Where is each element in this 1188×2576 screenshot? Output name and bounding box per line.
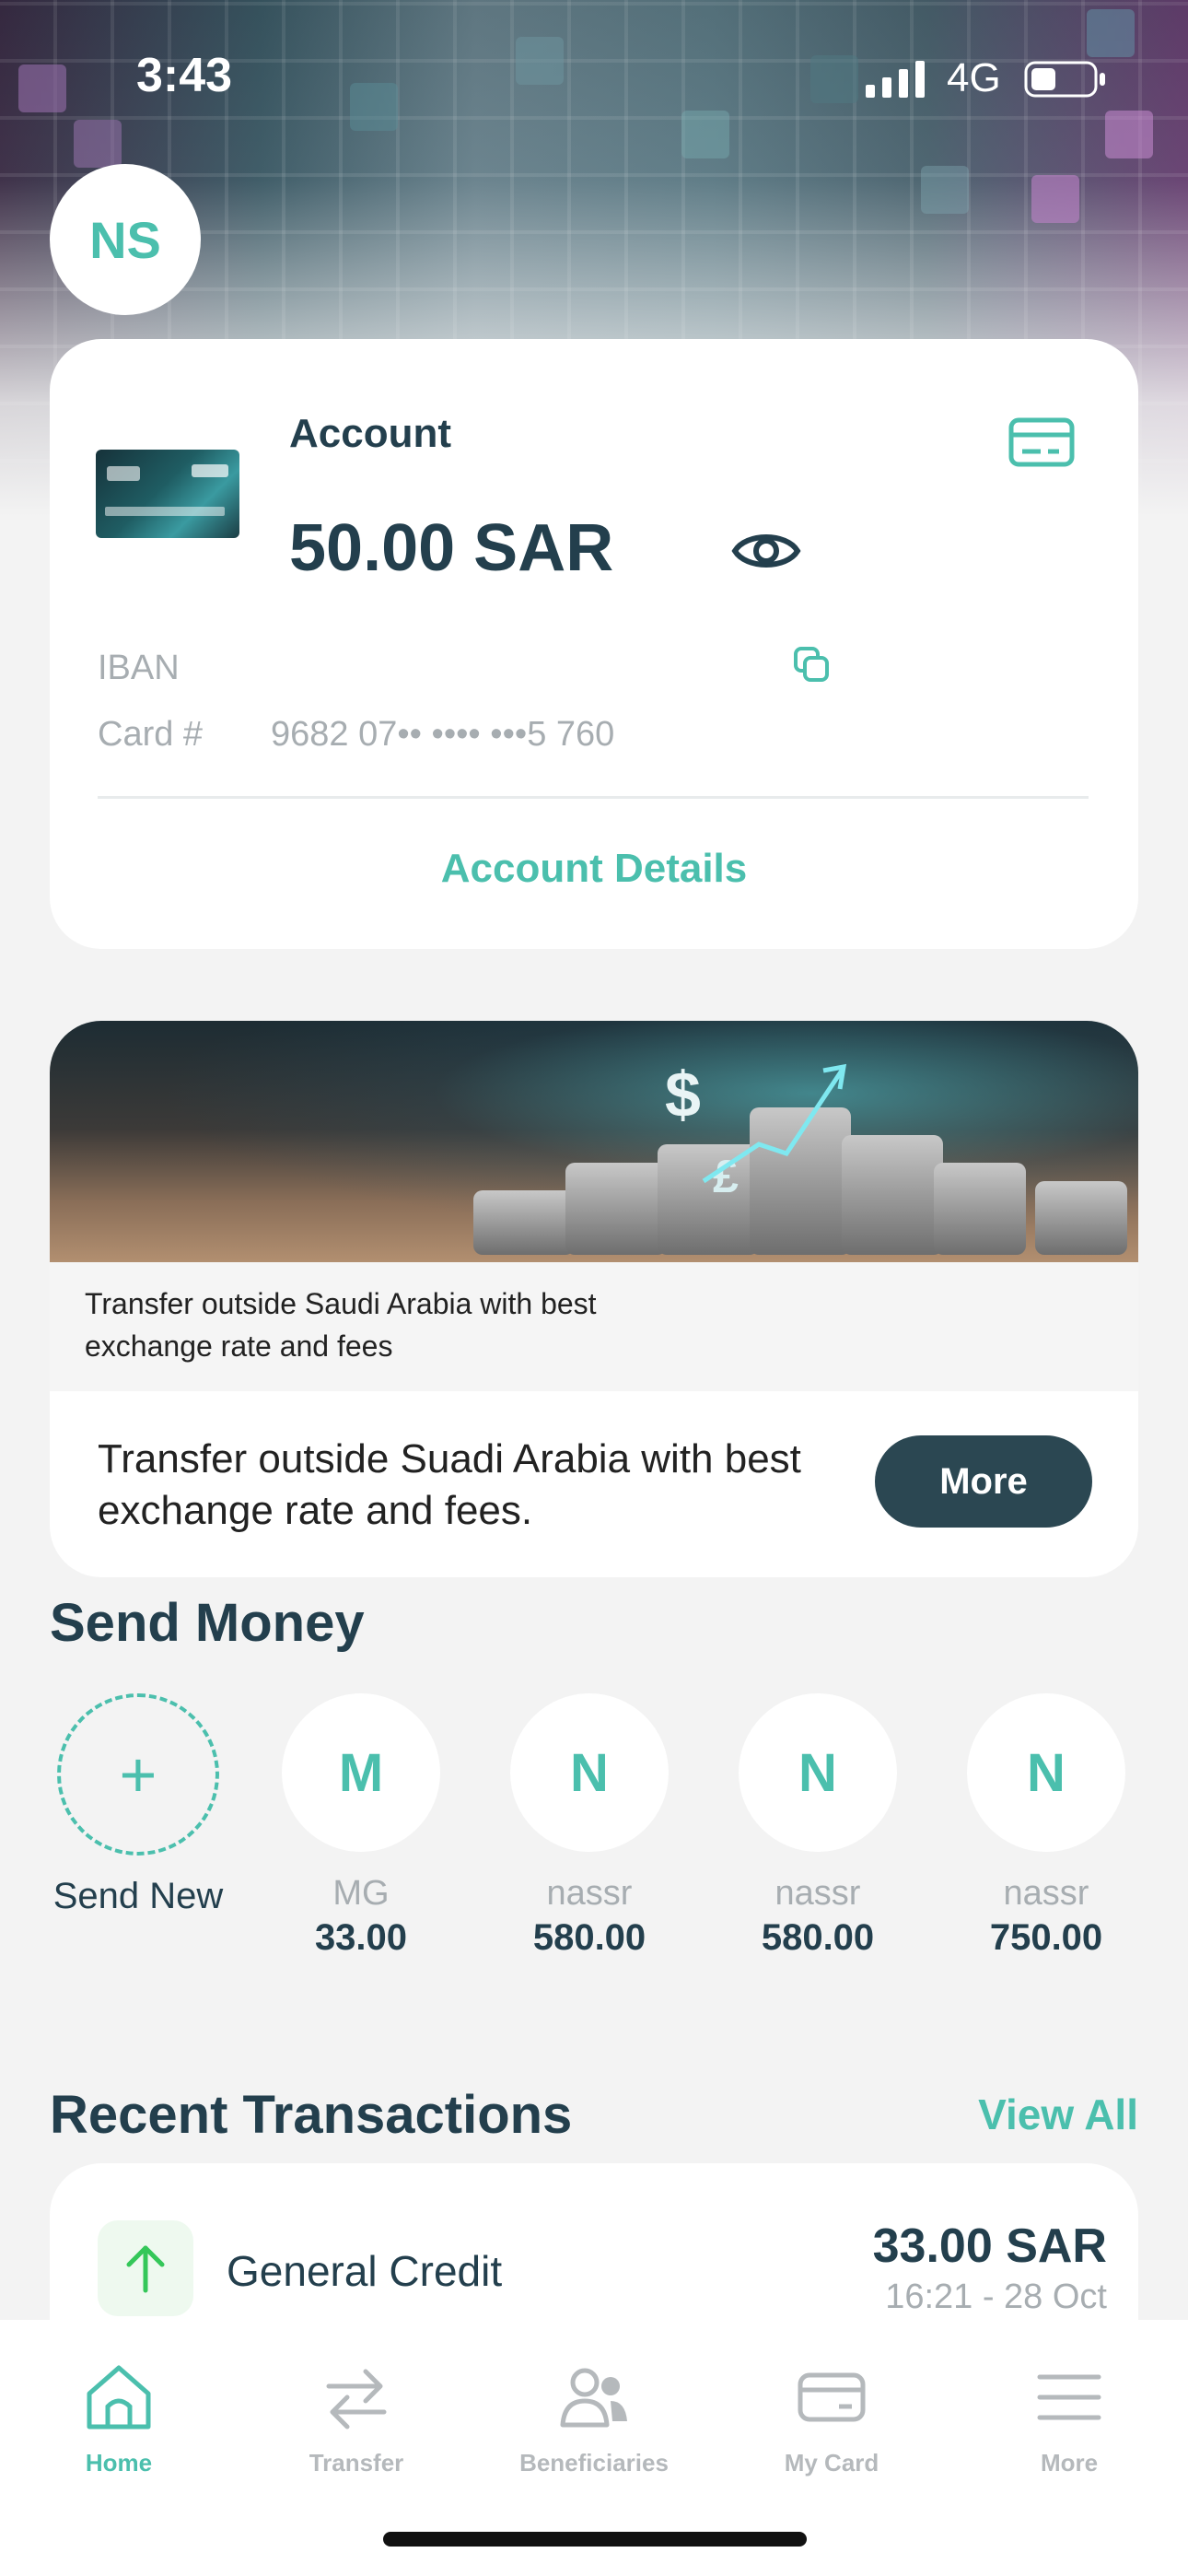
contact-name: nassr bbox=[775, 1874, 861, 1913]
promo-card[interactable]: $ £ Transfer outside Saudi Arabia with b… bbox=[50, 1021, 1138, 1577]
plus-icon: + bbox=[57, 1693, 219, 1856]
send-new-button[interactable]: + Send New bbox=[37, 1693, 239, 1917]
more-button[interactable]: More bbox=[875, 1435, 1092, 1528]
recent-transactions-title: Recent Transactions bbox=[50, 2085, 573, 2145]
card-thumbnail bbox=[96, 450, 239, 538]
nav-label: Beneficiaries bbox=[519, 2449, 669, 2476]
nav-label: Home bbox=[85, 2449, 153, 2476]
contact-name: nassr bbox=[1003, 1874, 1089, 1913]
nav-label: My Card bbox=[784, 2449, 879, 2476]
beneficiary-contact[interactable]: M MG 33.00 bbox=[269, 1693, 453, 1959]
contact-amount: 580.00 bbox=[532, 1917, 646, 1958]
home-indicator bbox=[383, 2532, 807, 2547]
contact-amount: 33.00 bbox=[314, 1917, 408, 1958]
arrow-up-icon bbox=[98, 2220, 193, 2316]
beneficiary-contact[interactable]: N nassr 580.00 bbox=[497, 1693, 681, 1959]
app-screen: 3:43 4G NS Account 50.00 SAR IBAN Card #… bbox=[0, 0, 1188, 2576]
network-label: 4G bbox=[947, 55, 1001, 100]
copy-icon[interactable] bbox=[790, 643, 834, 687]
nav-label: More bbox=[1040, 2449, 1099, 2476]
transaction-title: General Credit bbox=[227, 2247, 503, 2295]
nav-transfer[interactable]: Transfer bbox=[238, 2340, 475, 2477]
profile-avatar[interactable]: NS bbox=[50, 164, 201, 315]
contact-name: nassr bbox=[546, 1874, 633, 1913]
card-number: 9682 07•• •••• •••5 760 bbox=[271, 715, 615, 754]
promo-text: Transfer outside Suadi Arabia with best … bbox=[98, 1436, 801, 1533]
transaction-time: 16:21 - 28 Oct bbox=[885, 2277, 1107, 2316]
beneficiary-contact[interactable]: N nassr 750.00 bbox=[954, 1693, 1138, 1959]
status-time: 3:43 bbox=[136, 49, 233, 102]
card-icon bbox=[798, 2372, 866, 2422]
eye-icon[interactable] bbox=[729, 514, 803, 588]
contact-amount: 750.00 bbox=[989, 1917, 1103, 1958]
transfer-icon bbox=[326, 2369, 387, 2430]
promo-caption-area: Transfer outside Saudi Arabia with best … bbox=[50, 1262, 1138, 1391]
card-icon[interactable] bbox=[1007, 415, 1076, 470]
nav-my-card[interactable]: My Card bbox=[713, 2340, 950, 2477]
battery-icon bbox=[1024, 61, 1105, 98]
view-all-link[interactable]: View All bbox=[978, 2090, 1138, 2139]
menu-icon bbox=[1037, 2374, 1101, 2420]
send-new-label: Send New bbox=[52, 1876, 224, 1916]
nav-home[interactable]: Home bbox=[0, 2340, 238, 2477]
nav-beneficiaries[interactable]: Beneficiaries bbox=[475, 2340, 713, 2477]
card-number-label: Card # bbox=[98, 715, 204, 754]
transaction-amount: 33.00 SAR bbox=[872, 2219, 1107, 2273]
contact-amount: 580.00 bbox=[761, 1917, 875, 1958]
signal-icon bbox=[866, 61, 925, 98]
promo-banner-image: $ £ bbox=[50, 1021, 1138, 1262]
account-card: Account 50.00 SAR IBAN Card # 9682 07•• … bbox=[50, 339, 1138, 949]
contact-avatar: N bbox=[967, 1693, 1125, 1852]
promo-caption: Transfer outside Saudi Arabia with best … bbox=[85, 1287, 597, 1363]
divider bbox=[98, 796, 1089, 799]
contact-avatar: N bbox=[739, 1693, 897, 1852]
contact-avatar: N bbox=[510, 1693, 669, 1852]
account-details-link[interactable]: Account Details bbox=[50, 846, 1138, 892]
trend-arrow-graphic bbox=[702, 1063, 847, 1184]
avatar-initials: NS bbox=[89, 210, 161, 269]
status-bar: 3:43 4G bbox=[0, 0, 1188, 157]
send-money-title: Send Money bbox=[50, 1593, 365, 1653]
account-label: Account bbox=[289, 411, 451, 456]
beneficiaries-icon bbox=[560, 2368, 627, 2428]
beneficiary-contact[interactable]: N nassr 580.00 bbox=[726, 1693, 910, 1959]
account-balance: 50.00 SAR bbox=[289, 511, 614, 585]
contact-avatar: M bbox=[282, 1693, 440, 1852]
nav-label: Transfer bbox=[309, 2449, 404, 2476]
contact-name: MG bbox=[332, 1874, 390, 1913]
home-icon bbox=[87, 2365, 151, 2430]
iban-label: IBAN bbox=[98, 649, 180, 687]
nav-more[interactable]: More bbox=[950, 2340, 1188, 2477]
